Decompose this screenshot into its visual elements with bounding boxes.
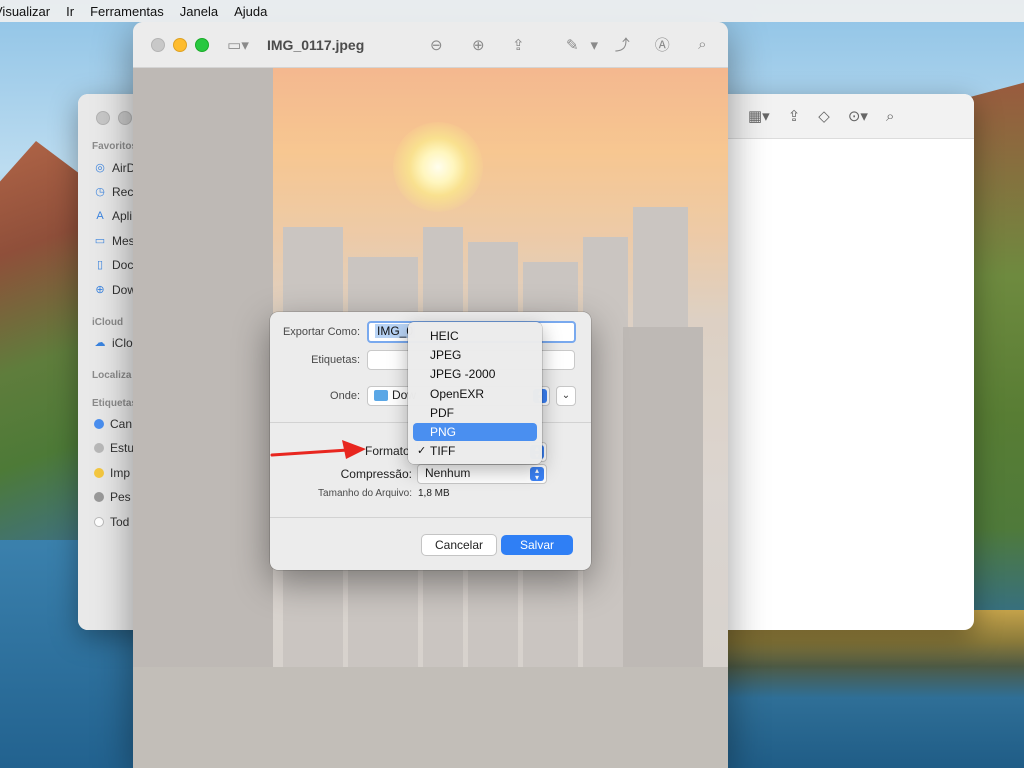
sidebar-item-desktop[interactable]: ▭ Mes (94, 234, 135, 248)
divider (270, 517, 591, 518)
format-option-tiff-label: TIFF (430, 444, 456, 458)
tags-label: Etiquetas: (311, 354, 360, 366)
sidebar-item-label: Tod (110, 515, 130, 529)
format-label: Formato (365, 444, 410, 458)
cancel-button[interactable]: Cancelar (421, 534, 497, 556)
sidebar-item-label: Apli (112, 209, 133, 223)
sidebar-section-locations: Localiza (92, 370, 132, 381)
applications-icon: A (96, 210, 104, 222)
tag-color-dot (94, 419, 104, 429)
tags-all-icon (94, 517, 104, 527)
finder-toolbar: ▦▾ ⇪ ◇ ⊙▾ ⌕ (718, 94, 974, 139)
sidebar-section-favorites: Favoritos (92, 141, 138, 152)
sidebar-tag-2[interactable]: Estu (94, 441, 134, 455)
format-option-heic[interactable]: HEIC (413, 327, 537, 345)
sidebar-item-airdrop[interactable]: ◎ AirD (94, 161, 135, 175)
compression-popup[interactable]: Nenhum ▴ ▾ (417, 464, 547, 484)
sidebar-tag-1[interactable]: Can (94, 417, 132, 431)
format-option-pdf[interactable]: PDF (413, 404, 537, 422)
sidebar-item-label: Mes (112, 234, 135, 248)
where-label: Onde: (330, 390, 360, 402)
format-option-jpeg[interactable]: JPEG (413, 346, 537, 364)
sidebar-item-applications[interactable]: A Apli (94, 209, 132, 223)
documents-icon: ▯ (96, 259, 104, 271)
menu-ir[interactable]: Ir (58, 4, 82, 19)
zoom-in-icon[interactable]: ⊕ (468, 36, 488, 54)
sidebar-item-label: Doc (112, 258, 134, 272)
close-button[interactable] (151, 37, 165, 52)
downloads-icon: ⊕ (95, 284, 105, 296)
chevron-down-icon[interactable]: ▾ (584, 36, 604, 54)
sidebar-tag-all[interactable]: Tod (94, 515, 129, 529)
window-title: IMG_0117.jpeg (267, 36, 365, 53)
zoom-button[interactable] (195, 37, 209, 52)
arrow-shaft (270, 448, 350, 457)
tag-color-dot (94, 443, 104, 453)
compression-label: Compressão: (340, 467, 412, 481)
tag-color-dot (94, 492, 104, 502)
sidebar-item-icloud-drive[interactable]: ☁ iClo (94, 336, 133, 350)
preview-window-controls (151, 37, 209, 52)
group-view-icon[interactable]: ▦▾ (748, 107, 770, 125)
sidebar-item-label: AirD (112, 161, 136, 175)
sidebar-section-icloud: iCloud (92, 317, 124, 328)
menu-ferramentas[interactable]: Ferramentas (82, 4, 172, 19)
markup-icon[interactable]: Ⓐ (652, 34, 672, 55)
filesize-label: Tamanho do Arquivo: (318, 488, 412, 499)
preview-titlebar: ▭▾ IMG_0117.jpeg ⊖ ⊕ ⇪ ✎ ▾ ⤴ Ⓐ ⌕ (133, 22, 728, 68)
format-option-jpeg2000[interactable]: JPEG -2000 (413, 365, 537, 383)
sidebar-section-tags: Etiquetas (92, 398, 138, 409)
minimize-button[interactable] (118, 111, 132, 125)
sidebar-item-label: Can (110, 417, 133, 431)
export-as-label: Exportar Como: (282, 326, 360, 338)
sidebar-item-label: Pes (110, 490, 131, 504)
format-option-openexr[interactable]: OpenEXR (413, 385, 537, 403)
sidebar-tag-4[interactable]: Pes (94, 490, 131, 504)
sidebar-toggle-icon[interactable]: ▭▾ (223, 36, 253, 54)
filesize-value: 1,8 MB (418, 488, 450, 499)
format-option-png[interactable]: PNG (413, 423, 537, 441)
sidebar-tag-3[interactable]: Imp (94, 466, 130, 480)
menu-ajuda[interactable]: Ajuda (226, 4, 275, 19)
compression-value: Nenhum (425, 466, 471, 480)
markup-pen-icon[interactable]: ✎ (562, 36, 582, 54)
format-option-tiff[interactable]: ✓ TIFF (413, 442, 537, 460)
tag-color-dot (94, 468, 104, 478)
sidebar-item-downloads[interactable]: ⊕ Dow (94, 283, 136, 297)
finder-window-controls (96, 111, 132, 125)
rotate-icon[interactable]: ⤴ (612, 34, 632, 55)
recents-icon: ◷ (95, 186, 105, 198)
tag-icon[interactable]: ◇ (818, 107, 830, 125)
menu-bar: Visualizar Ir Ferramentas Janela Ajuda (0, 0, 1024, 22)
wallpaper-coast (720, 610, 1024, 768)
sidebar-item-label: iClo (112, 336, 133, 350)
checkmark-icon: ✓ (417, 445, 427, 457)
desktop-icon: ▭ (94, 235, 106, 247)
menu-janela[interactable]: Janela (172, 4, 226, 19)
share-icon[interactable]: ⇪ (508, 36, 528, 54)
expand-location-button[interactable]: ⌄ (556, 386, 576, 406)
search-icon[interactable]: ⌕ (692, 36, 712, 53)
folder-icon (374, 390, 388, 401)
icloud-icon: ☁ (94, 337, 106, 349)
share-icon[interactable]: ⇪ (788, 107, 801, 125)
sidebar-item-label: Imp (110, 466, 131, 480)
arrow-head (342, 440, 366, 459)
menu-visualizar[interactable]: Visualizar (0, 4, 58, 19)
search-icon[interactable]: ⌕ (886, 108, 894, 125)
zoom-out-icon[interactable]: ⊖ (426, 36, 446, 54)
red-arrow-annotation (270, 440, 366, 459)
popup-stepper-icon: ▴▾ (530, 467, 544, 482)
airdrop-icon: ◎ (95, 162, 105, 174)
close-button[interactable] (96, 111, 110, 125)
sidebar-item-documents[interactable]: ▯ Doc (94, 258, 133, 272)
sidebar-item-label: Estu (110, 441, 135, 455)
minimize-button[interactable] (173, 37, 187, 52)
more-actions-icon[interactable]: ⊙▾ (848, 107, 868, 125)
format-dropdown-menu: HEIC JPEG JPEG -2000 OpenEXR PDF PNG ✓ T… (408, 322, 542, 464)
save-button[interactable]: Salvar (501, 535, 573, 555)
